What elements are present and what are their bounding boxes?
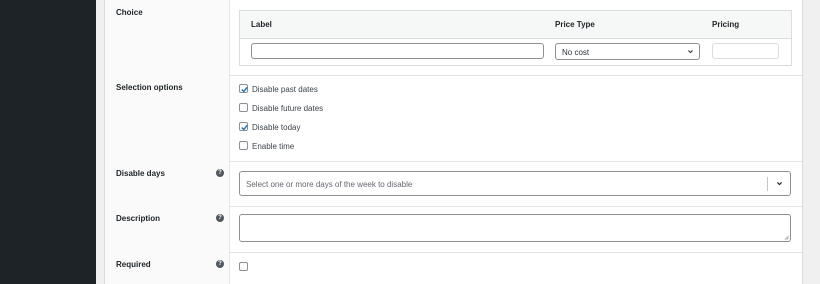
disable-past-dates-checkbox[interactable] (239, 84, 248, 93)
selection-options-row: Selection options Disable past dates Dis… (105, 75, 802, 162)
disable-today-checkbox[interactable] (239, 122, 248, 131)
required-cell (229, 252, 802, 284)
required-checkbox[interactable] (239, 262, 248, 271)
selection-options-label: Selection options (116, 83, 183, 92)
admin-sidebar (0, 0, 96, 284)
disable-past-dates-label: Disable past dates (252, 85, 318, 94)
column-header-label: Label (251, 20, 272, 29)
required-label: Required (116, 260, 151, 269)
choice-row: Choice Label Price Type Pricing No cost (105, 0, 802, 76)
choice-table: Label Price Type Pricing No cost (239, 10, 792, 66)
price-type-select[interactable]: No cost (555, 43, 700, 60)
enable-time-checkbox[interactable] (239, 141, 248, 150)
enable-time-label: Enable time (252, 142, 295, 151)
checkmark-icon (241, 86, 248, 93)
disable-future-dates-checkbox[interactable] (239, 103, 248, 112)
help-circle-icon[interactable]: ? (216, 214, 224, 222)
required-row: Required ? (105, 252, 802, 284)
pricing-input[interactable] (712, 43, 779, 59)
column-header-price-type: Price Type (555, 20, 595, 29)
description-cell (229, 206, 802, 252)
disable-days-cell: Select one or more days of the week to d… (229, 161, 802, 206)
description-label: Description (116, 214, 161, 223)
choice-table-header: Label Price Type Pricing (240, 11, 791, 39)
disable-future-dates-label: Disable future dates (252, 104, 324, 113)
disable-days-label-cell: Disable days ? (105, 161, 230, 206)
help-circle-icon[interactable]: ? (216, 260, 224, 268)
select-divider (767, 177, 768, 191)
choice-label: Choice (116, 8, 143, 17)
choice-field-cell: Label Price Type Pricing No cost (229, 0, 802, 75)
column-header-pricing: Pricing (712, 20, 740, 29)
resize-grip-icon[interactable] (784, 235, 789, 240)
selection-options-label-cell: Selection options (105, 75, 230, 161)
help-circle-icon[interactable]: ? (216, 169, 224, 177)
disable-today-label: Disable today (252, 123, 301, 132)
price-type-value: No cost (562, 48, 590, 57)
description-label-cell: Description ? (105, 206, 230, 252)
disable-days-row: Disable days ? Select one or more days o… (105, 161, 802, 207)
description-row: Description ? (105, 206, 802, 253)
chevron-down-icon[interactable] (776, 180, 783, 187)
description-textarea[interactable] (239, 214, 791, 242)
choice-label-input[interactable] (251, 43, 544, 59)
selection-options-cell: Disable past dates Disable future dates … (229, 75, 802, 161)
checkmark-icon (241, 124, 248, 131)
chevron-down-icon (688, 50, 693, 54)
field-settings-panel: Choice Label Price Type Pricing No cost (104, 0, 803, 284)
disable-days-select[interactable]: Select one or more days of the week to d… (239, 171, 791, 196)
disable-days-label: Disable days (116, 169, 165, 178)
choice-label-cell: Choice (105, 0, 230, 75)
disable-days-placeholder: Select one or more days of the week to d… (246, 180, 413, 189)
required-label-cell: Required ? (105, 252, 230, 284)
